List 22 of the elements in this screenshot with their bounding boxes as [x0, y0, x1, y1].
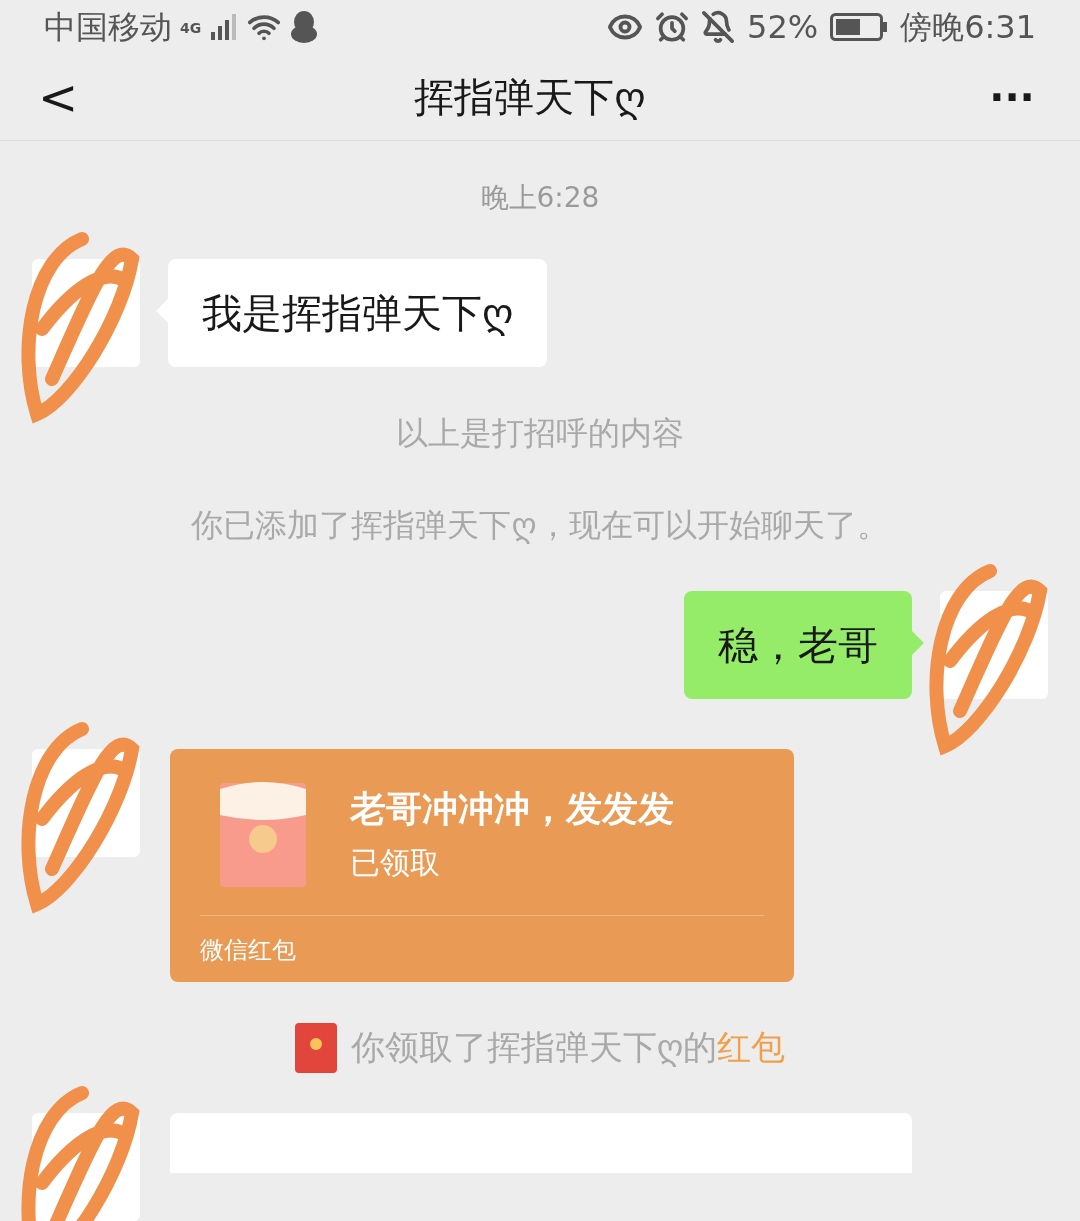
battery-percent: 52% — [747, 7, 819, 49]
battery-icon — [830, 13, 889, 42]
bubble-tail — [912, 631, 924, 655]
alarm-icon — [655, 10, 689, 45]
network-type: 4G — [180, 21, 202, 36]
carrier-name: 中国移动 — [44, 7, 172, 49]
timestamp: 晚上6:28 — [480, 180, 600, 216]
gift-title: 老哥冲冲冲，发发发 — [350, 786, 674, 831]
more-button[interactable]: ··· — [972, 67, 1052, 128]
gift-status: 已领取 — [350, 843, 441, 882]
system-message: 以上是打招呼的内容 — [396, 413, 684, 454]
gift-label: 微信红包 — [200, 936, 296, 964]
chat-title: 挥指弹天下ღ — [414, 73, 646, 123]
bell-off-icon — [701, 10, 735, 45]
system-message: 你已添加了挥指弹天下ღ，现在可以开始聊天了。 — [191, 505, 889, 546]
clock-time: 傍晚6:31 — [900, 7, 1036, 49]
back-button[interactable]: < — [28, 61, 88, 134]
envelope-icon — [220, 779, 306, 887]
envelope-icon — [294, 1022, 337, 1073]
notice-text: 你领取了挥指弹天下ღ的红包 — [350, 1026, 786, 1069]
message-bubble[interactable]: 稳，老哥 — [684, 591, 912, 699]
message-bubble[interactable]: 我是挥指弹天下ღ — [168, 259, 548, 367]
